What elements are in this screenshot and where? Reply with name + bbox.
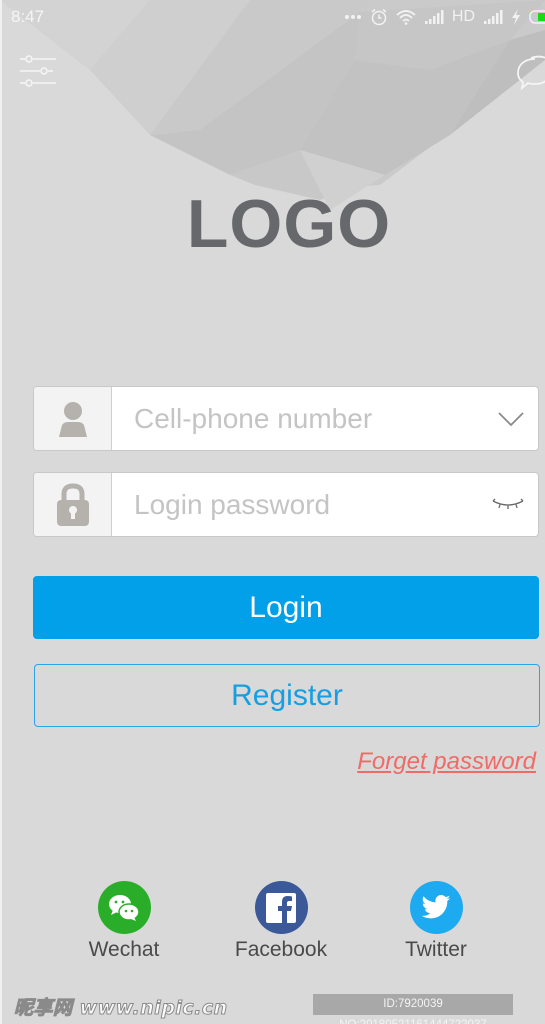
- lock-icon: [56, 482, 89, 526]
- status-bar: 8:47 HD: [0, 0, 545, 36]
- password-visibility-toggle[interactable]: [492, 473, 524, 536]
- signal-icon: [484, 10, 503, 24]
- status-icons: HD: [344, 6, 545, 28]
- social-label: Wechat: [88, 938, 160, 961]
- chat-bubble-icon[interactable]: [515, 55, 545, 91]
- charging-icon: [512, 9, 520, 25]
- chevron-down-icon: [498, 411, 524, 426]
- wechat-icon: [97, 881, 151, 934]
- more-dots-icon: [344, 15, 361, 19]
- status-time: 8:47: [11, 7, 45, 26]
- social-login-wechat[interactable]: Wechat: [64, 881, 184, 962]
- phone-input[interactable]: [134, 387, 474, 450]
- battery-icon: [529, 10, 545, 24]
- register-button[interactable]: Register: [34, 664, 540, 727]
- twitter-icon: [409, 881, 463, 934]
- app-logo: LOGO: [186, 186, 392, 262]
- password-field-icon-box: [34, 473, 112, 536]
- facebook-icon: [254, 881, 308, 934]
- password-input[interactable]: [134, 473, 474, 536]
- signal-icon: [424, 10, 444, 24]
- social-label: Twitter: [405, 938, 467, 961]
- wifi-icon: [396, 10, 416, 25]
- social-label: Facebook: [234, 938, 328, 961]
- login-button[interactable]: Login: [33, 576, 539, 639]
- alarm-icon: [371, 8, 387, 26]
- forget-password-link[interactable]: Forget password: [357, 748, 536, 776]
- user-icon: [58, 401, 87, 437]
- phone-field-icon-box: [34, 387, 112, 450]
- watermark-site: 昵享网 www.nipic.cn: [14, 997, 228, 1020]
- network-type-label: HD: [451, 8, 475, 25]
- watermark-id: ID:7920039 NO:20180521161444722037: [313, 994, 513, 1024]
- phone-field[interactable]: [33, 386, 539, 451]
- phone-dropdown-toggle[interactable]: [498, 387, 524, 450]
- sliders-menu-icon[interactable]: [19, 55, 57, 87]
- social-login-twitter[interactable]: Twitter: [376, 881, 496, 962]
- social-login-facebook[interactable]: Facebook: [221, 881, 341, 962]
- eye-closed-icon: [492, 498, 524, 509]
- password-field[interactable]: [33, 472, 539, 537]
- frame-edge: [0, 0, 2, 1024]
